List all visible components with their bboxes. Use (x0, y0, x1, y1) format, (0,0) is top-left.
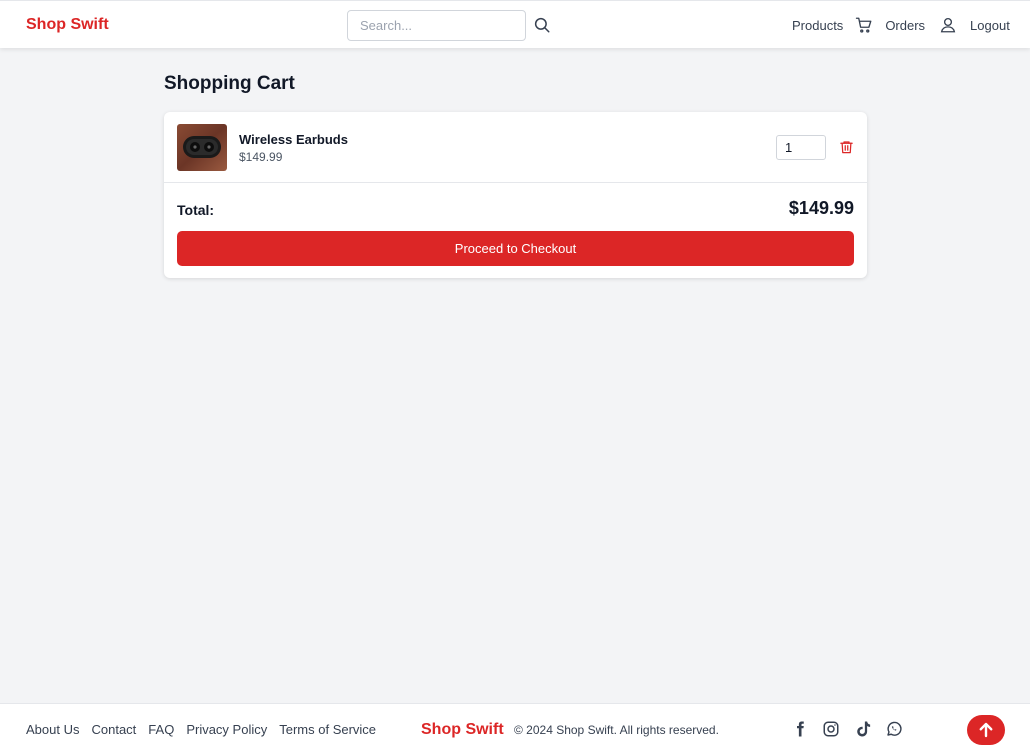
search-icon (534, 17, 550, 33)
trash-icon (839, 141, 853, 154)
copyright-text: © 2024 Shop Swift. All rights reserved. (514, 723, 719, 737)
site-footer: About Us Contact FAQ Privacy Policy Term… (0, 703, 1030, 754)
nav-orders-link[interactable]: Orders (885, 18, 925, 33)
cart-card: Wireless Earbuds $149.99 Total: $149.99 … (164, 112, 867, 278)
facebook-icon[interactable] (790, 719, 810, 739)
scroll-to-top-button[interactable] (967, 715, 1005, 745)
arrow-up-icon (979, 722, 993, 738)
remove-item-button[interactable] (838, 139, 854, 156)
product-image (177, 124, 227, 171)
total-value: $149.99 (788, 198, 854, 218)
instagram-icon[interactable] (821, 719, 841, 739)
nav-logout-link[interactable]: Logout (970, 18, 1010, 33)
checkout-button[interactable]: Proceed to Checkout (177, 231, 854, 266)
item-price: $149.99 (239, 150, 283, 164)
footer-link-faq[interactable]: FAQ (148, 722, 174, 737)
footer-link-privacy[interactable]: Privacy Policy (186, 722, 267, 737)
user-icon[interactable] (938, 15, 958, 35)
cart-icon[interactable] (854, 15, 874, 35)
site-logo[interactable]: Shop Swift (26, 16, 109, 34)
cart-item: Wireless Earbuds $149.99 (164, 112, 867, 183)
total-label: Total: (177, 202, 215, 218)
whatsapp-icon[interactable] (884, 719, 904, 739)
item-name: Wireless Earbuds (239, 132, 348, 147)
search-input[interactable] (347, 10, 526, 41)
footer-links: About Us Contact FAQ Privacy Policy Term… (26, 722, 376, 737)
footer-logo[interactable]: Shop Swift (421, 721, 504, 739)
main-nav: Products Orders Logout (792, 1, 1010, 49)
footer-link-contact[interactable]: Contact (91, 722, 136, 737)
footer-link-terms[interactable]: Terms of Service (279, 722, 376, 737)
nav-products-link[interactable]: Products (792, 18, 843, 33)
site-header: Shop Swift Products Orders Logout (0, 0, 1030, 48)
search-button[interactable] (532, 16, 552, 36)
footer-link-about[interactable]: About Us (26, 722, 79, 737)
tiktok-icon[interactable] (853, 719, 873, 739)
page-title: Shopping Cart (164, 73, 295, 94)
quantity-input[interactable] (776, 135, 826, 160)
